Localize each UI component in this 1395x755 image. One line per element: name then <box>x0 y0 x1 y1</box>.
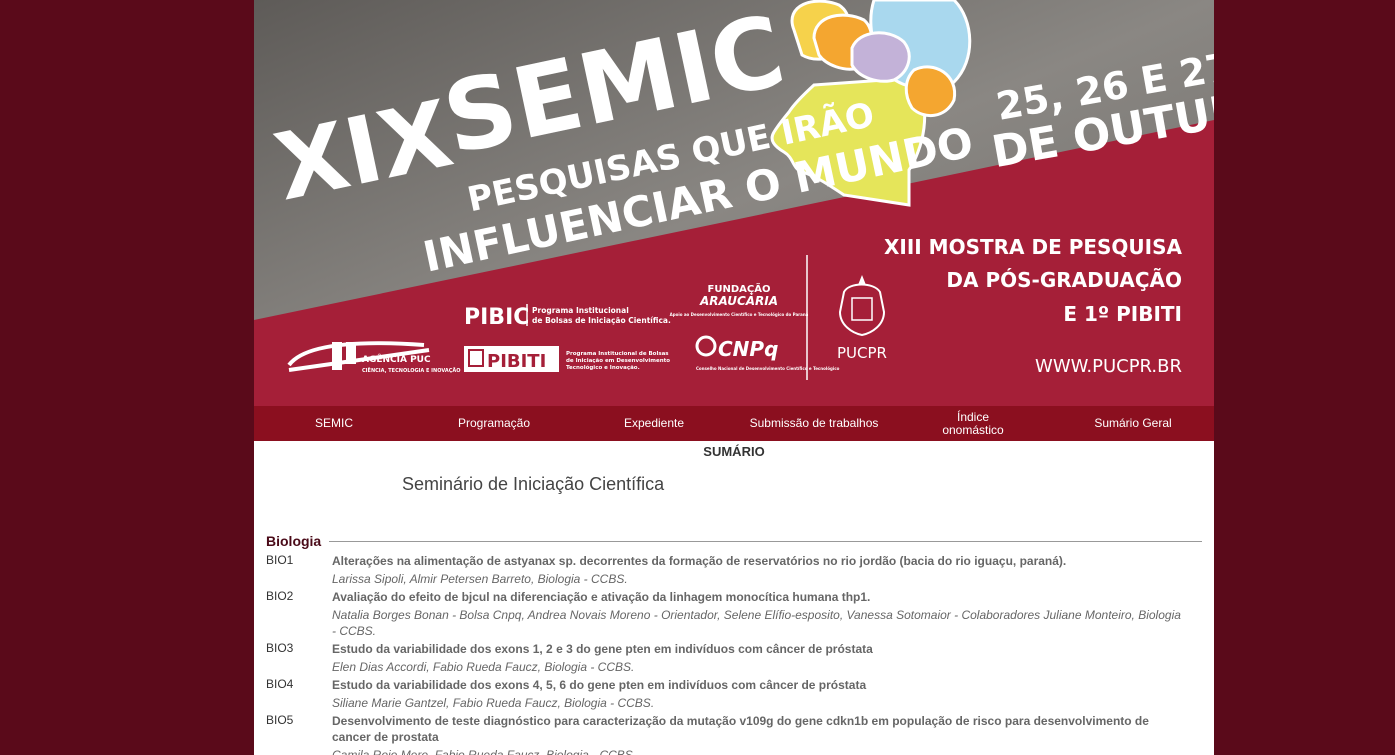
agencia-desc: CIÊNCIA, TECNOLOGIA E INOVAÇÃO <box>362 366 461 374</box>
nav-item-indice-onomastico[interactable]: Índice onomástico <box>929 406 1017 441</box>
banner-mostra-3: E 1º PIBITI <box>1063 302 1182 326</box>
banner-mostra-2: DA PÓS-GRADUAÇÃO <box>946 268 1182 292</box>
pibiti-text: PIBITI <box>487 351 546 372</box>
entry-code: BIO3 <box>266 641 294 655</box>
agencia-text: AGÊNCIA PUC <box>362 353 431 365</box>
pibiti-desc-1: Programa Institucional de Bolsas <box>566 351 669 357</box>
section-title: Seminário de Iniciação Científica <box>402 474 665 494</box>
event-banner: XIX SEMIC PESQUISAS QUE IRÃO INFLUENCIAR… <box>254 0 1214 406</box>
page-container: XIX SEMIC PESQUISAS QUE IRÃO INFLUENCIAR… <box>254 0 1214 755</box>
category-header: Biologia <box>266 533 1202 549</box>
entry-title-link[interactable]: Estudo da variabilidade dos exons 1, 2 e… <box>332 641 1162 657</box>
entry-title-link[interactable]: Estudo da variabilidade dos exons 4, 5, … <box>332 677 1162 693</box>
summary-title: SUMÁRIO <box>703 444 765 459</box>
entry-title-link[interactable]: Desenvolvimento de teste diagnóstico par… <box>332 713 1162 745</box>
entry-title-link[interactable]: Alterações na alimentação de astyanax sp… <box>332 553 1162 569</box>
nav-item-programacao[interactable]: Programação <box>439 406 549 441</box>
pibic-text: PIBIC <box>464 305 529 330</box>
nav-item-semic[interactable]: SEMIC <box>294 406 374 441</box>
nav-item-expediente[interactable]: Expediente <box>604 406 704 441</box>
fundacao-text-2: ARAUCÁRIA <box>699 293 778 308</box>
banner-website: WWW.PUCPR.BR <box>1035 356 1182 377</box>
entry-authors: Siliane Marie Gantzel, Fabio Rueda Faucz… <box>332 696 655 710</box>
entry-code: BIO4 <box>266 677 294 691</box>
nav-item-submissao[interactable]: Submissão de trabalhos <box>734 406 894 441</box>
pibic-desc-1: Programa Institucional <box>532 306 629 315</box>
entry-title-link[interactable]: Avaliação do efeito de bjcul na diferenc… <box>332 589 1162 605</box>
pucpr-text: PUCPR <box>837 344 887 362</box>
banner-mostra-1: XIII MOSTRA DE PESQUISA <box>884 235 1183 259</box>
cnpq-desc: Conselho Nacional de Desenvolvimento Cie… <box>696 366 840 371</box>
main-nav: SEMIC Programação Expediente Submissão d… <box>254 406 1214 441</box>
entry-code: BIO5 <box>266 713 294 727</box>
fundacao-desc: Apoio ao Desenvolvimento Científico e Te… <box>670 312 809 317</box>
nav-item-sumario-geral[interactable]: Sumário Geral <box>1074 406 1192 441</box>
entry-code: BIO1 <box>266 553 294 567</box>
entry-authors: Elen Dias Accordi, Fabio Rueda Faucz, Bi… <box>332 660 635 674</box>
category-divider <box>329 540 1202 542</box>
pibiti-desc-3: Tecnológico e Inovação. <box>566 364 640 371</box>
entry-code: BIO2 <box>266 589 294 603</box>
pibiti-desc-2: de Iniciação em Desenvolvimento <box>566 358 670 364</box>
pibic-desc-2: de Bolsas de Iniciação Científica. <box>532 316 671 325</box>
banner-graphic: XIX SEMIC PESQUISAS QUE IRÃO INFLUENCIAR… <box>254 0 1214 406</box>
entry-authors: Natalia Borges Bonan - Bolsa Cnpq, Andre… <box>332 608 1181 638</box>
entry-authors: Larissa Sipoli, Almir Petersen Barreto, … <box>332 572 628 586</box>
category-label: Biologia <box>266 533 322 549</box>
entry-authors: Camila Rojo Mero, Fabio Rueda Faucz, Bio… <box>332 748 637 755</box>
cnpq-text: CNPq <box>718 337 778 361</box>
